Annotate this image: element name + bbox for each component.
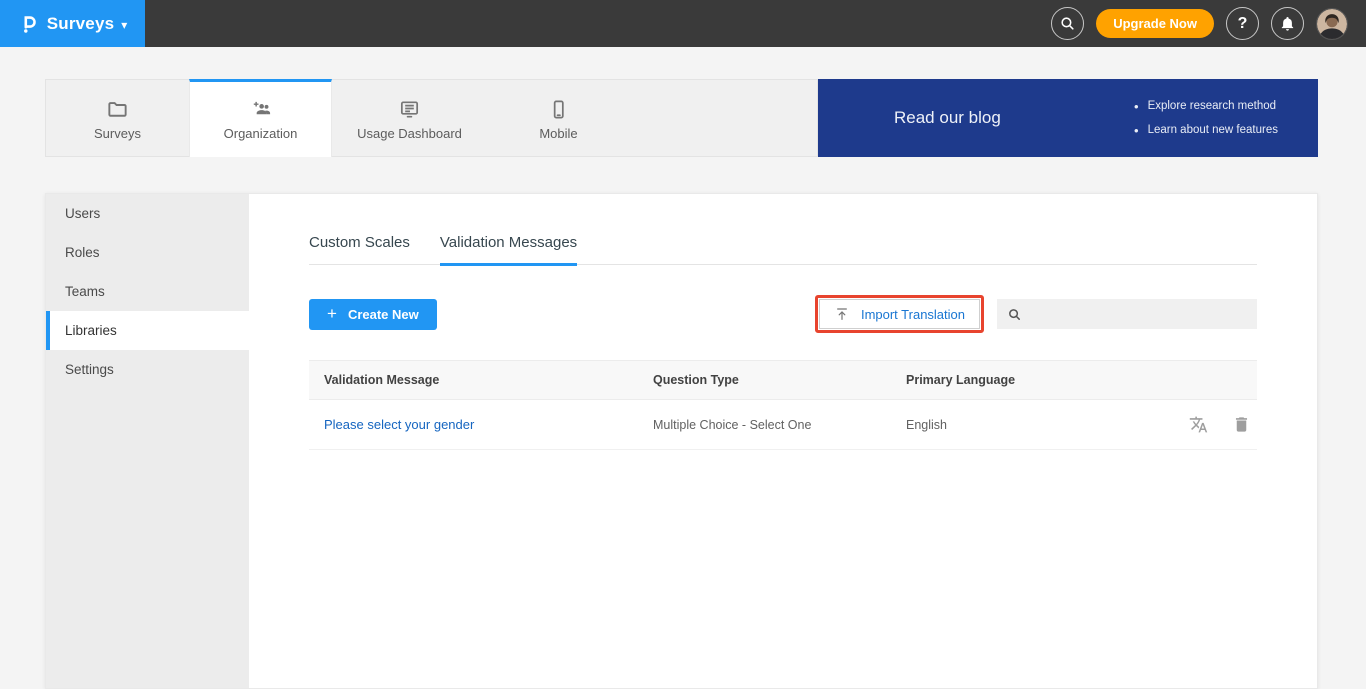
delete-icon[interactable] bbox=[1232, 415, 1251, 434]
library-tabs: Custom Scales Validation Messages bbox=[309, 194, 1257, 265]
cell-question-type: Multiple Choice - Select One bbox=[653, 418, 906, 432]
tab-custom-scales[interactable]: Custom Scales bbox=[309, 234, 410, 264]
validation-messages-table: Validation Message Question Type Primary… bbox=[309, 360, 1257, 450]
banner-bullet-item: Explore research method bbox=[1134, 99, 1278, 114]
chevron-down-icon: ▾ bbox=[121, 18, 127, 32]
folder-icon bbox=[106, 98, 129, 121]
import-translation-button[interactable]: Import Translation bbox=[819, 299, 980, 329]
questionpro-logo-icon bbox=[18, 13, 40, 35]
create-new-label: Create New bbox=[348, 307, 419, 322]
banner-bullet-item: Learn about new features bbox=[1134, 123, 1278, 138]
table-header-row: Validation Message Question Type Primary… bbox=[309, 360, 1257, 400]
upload-icon bbox=[834, 306, 850, 322]
topbar-actions: Upgrade Now ? bbox=[1051, 7, 1366, 40]
sidebar-item-settings[interactable]: Settings bbox=[46, 350, 249, 389]
secondary-nav-band: Surveys Organization Usage Dashboard Mob… bbox=[45, 79, 1318, 157]
table-row: Please select your gender Multiple Choic… bbox=[309, 400, 1257, 450]
toolbar-right: Import Translation bbox=[815, 295, 1257, 333]
sidebar-item-users[interactable]: Users bbox=[46, 194, 249, 233]
tab-usage-dashboard[interactable]: Usage Dashboard bbox=[332, 80, 487, 156]
header-primary-language: Primary Language bbox=[906, 373, 1147, 387]
help-button[interactable]: ? bbox=[1226, 7, 1259, 40]
main-panel: Users Roles Teams Libraries Settings Cus… bbox=[45, 193, 1318, 689]
table-search bbox=[997, 299, 1257, 329]
cell-primary-language: English bbox=[906, 418, 1147, 432]
tab-label: Mobile bbox=[539, 126, 577, 141]
product-name: Surveys bbox=[47, 14, 115, 34]
libraries-content: Custom Scales Validation Messages + Crea… bbox=[249, 194, 1317, 688]
smartphone-icon bbox=[547, 98, 570, 121]
user-avatar[interactable] bbox=[1316, 8, 1348, 40]
create-new-button[interactable]: + Create New bbox=[309, 299, 437, 330]
search-input[interactable] bbox=[1030, 299, 1257, 329]
search-icon bbox=[1007, 307, 1022, 322]
cell-validation-message: Please select your gender bbox=[309, 417, 653, 432]
tab-label: Organization bbox=[224, 126, 298, 141]
row-actions bbox=[1147, 415, 1257, 434]
import-translation-label: Import Translation bbox=[861, 307, 965, 322]
header-validation-message: Validation Message bbox=[309, 373, 653, 387]
dashboard-icon bbox=[398, 98, 421, 121]
tab-mobile[interactable]: Mobile bbox=[487, 80, 630, 156]
top-bar: Surveys ▾ Upgrade Now ? bbox=[0, 0, 1366, 47]
search-button[interactable] bbox=[1051, 7, 1084, 40]
product-switcher[interactable]: Surveys ▾ bbox=[0, 0, 145, 47]
avatar-image bbox=[1317, 9, 1347, 39]
tab-label: Usage Dashboard bbox=[357, 126, 462, 141]
blog-banner[interactable]: Read our blog Explore research method Le… bbox=[818, 79, 1318, 157]
sidebar-item-roles[interactable]: Roles bbox=[46, 233, 249, 272]
plus-icon: + bbox=[327, 304, 337, 324]
workspace-tabs: Surveys Organization Usage Dashboard Mob… bbox=[45, 79, 818, 157]
toolbar: + Create New Import Translation bbox=[309, 295, 1257, 333]
upgrade-now-button[interactable]: Upgrade Now bbox=[1096, 9, 1214, 38]
sidebar-item-libraries[interactable]: Libraries bbox=[46, 311, 249, 350]
tab-surveys[interactable]: Surveys bbox=[46, 80, 189, 156]
sidebar-item-teams[interactable]: Teams bbox=[46, 272, 249, 311]
tab-organization[interactable]: Organization bbox=[189, 79, 332, 157]
group-add-icon bbox=[249, 98, 272, 121]
tab-label: Surveys bbox=[94, 126, 141, 141]
header-question-type: Question Type bbox=[653, 373, 906, 387]
validation-message-link[interactable]: Please select your gender bbox=[324, 417, 474, 432]
organization-sidebar: Users Roles Teams Libraries Settings bbox=[46, 194, 249, 688]
translate-icon[interactable] bbox=[1189, 415, 1208, 434]
banner-title: Read our blog bbox=[894, 108, 1001, 128]
bell-icon bbox=[1279, 15, 1296, 32]
annotation-highlight: Import Translation bbox=[815, 295, 984, 333]
tab-validation-messages[interactable]: Validation Messages bbox=[440, 234, 577, 264]
banner-bullet-list: Explore research method Learn about new … bbox=[1134, 99, 1278, 138]
notifications-button[interactable] bbox=[1271, 7, 1304, 40]
search-icon bbox=[1059, 15, 1076, 32]
